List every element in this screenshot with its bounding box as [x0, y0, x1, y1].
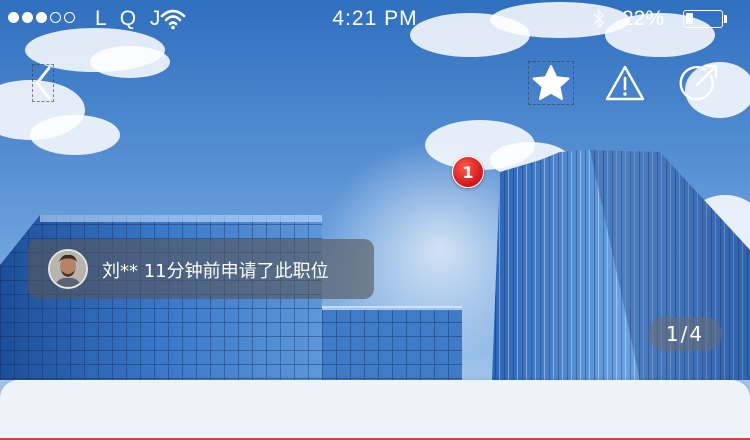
back-button[interactable]: [32, 64, 54, 102]
report-button[interactable]: [604, 63, 646, 103]
star-icon: [532, 65, 570, 100]
battery-tip: [724, 15, 727, 23]
battery-percent: 22%: [622, 7, 665, 30]
share-arrow-icon: [679, 64, 718, 101]
share-button[interactable]: [677, 61, 721, 105]
battery-level: [686, 13, 693, 24]
avatar: [48, 249, 88, 289]
favorite-button[interactable]: [528, 61, 574, 105]
status-bar: L Q J 4:21 PM 22%: [0, 0, 750, 40]
warning-triangle-icon: [605, 65, 645, 101]
applicant-toast: 刘** 11分钟前申请了此职位: [28, 239, 374, 299]
content-sheet: [0, 380, 750, 440]
chevron-left-icon: [35, 66, 51, 100]
avatar-photo: [50, 251, 86, 287]
gallery-page-indicator: 1/4: [648, 317, 722, 351]
applicant-toast-text: 刘** 11分钟前申请了此职位: [102, 261, 329, 282]
bluetooth-icon: [593, 8, 605, 30]
battery-icon: [683, 10, 723, 28]
job-detail-screen: L Q J 4:21 PM 22% 1 刘** 11分钟前申请了此职位 1/4: [0, 0, 750, 440]
notification-badge[interactable]: 1: [452, 156, 484, 188]
